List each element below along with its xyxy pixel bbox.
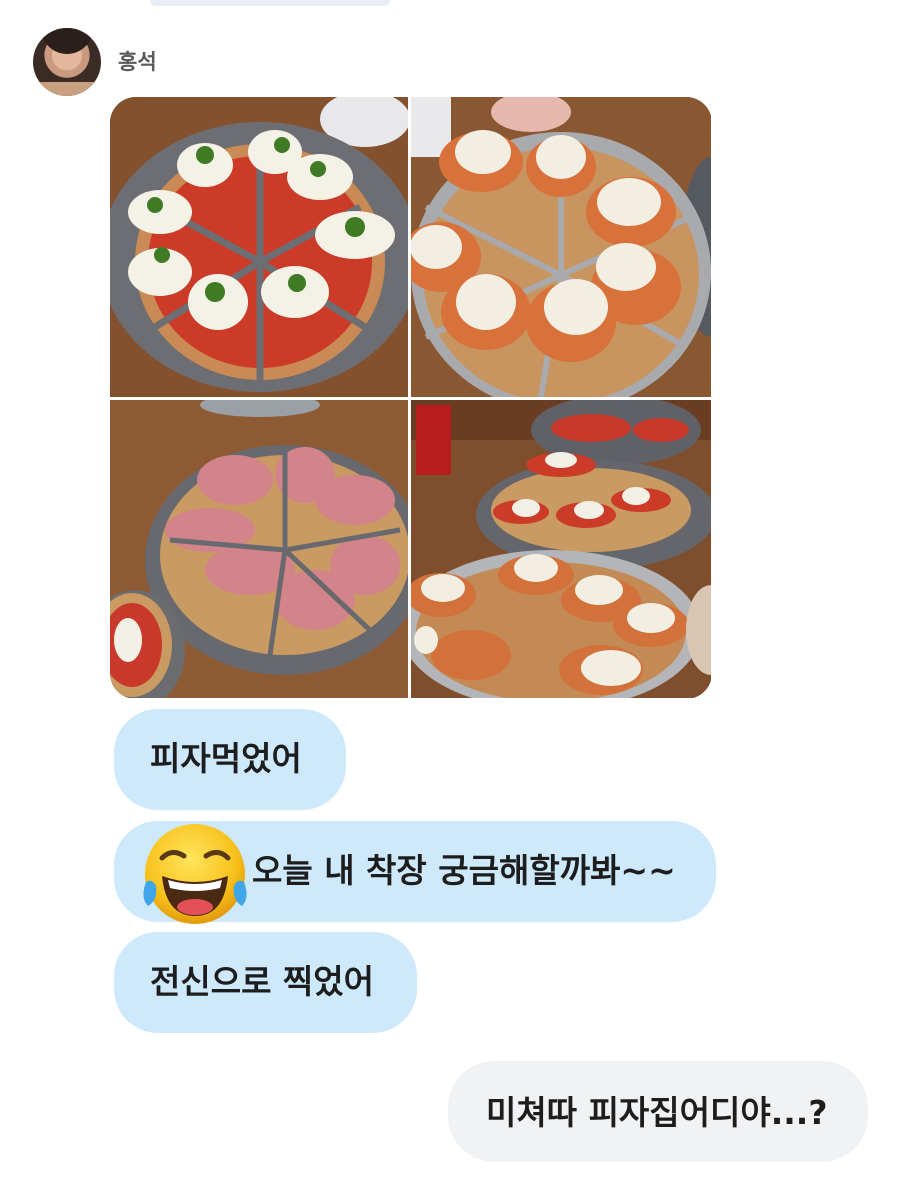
message-text: 피자먹었어 — [150, 739, 302, 778]
photo-pizza-orange-burrata[interactable] — [411, 97, 711, 397]
outgoing-message-bubble[interactable]: 미쳐따 피자집어디야...? — [448, 1061, 868, 1162]
photo-grid[interactable] — [110, 97, 712, 699]
pizza-image — [110, 400, 408, 698]
previous-message-edge — [150, 0, 390, 6]
photo-pizza-prosciutto[interactable] — [110, 400, 408, 698]
message-text: 오늘 내 착장 궁금해할까봐~~ — [252, 851, 676, 890]
avatar-hair — [41, 28, 93, 54]
pizza-image — [411, 400, 711, 698]
face-with-tears-of-joy-icon — [140, 820, 250, 928]
incoming-message-bubble[interactable]: 피자먹었어 — [114, 709, 346, 810]
sender-name: 홍석 — [118, 50, 157, 74]
incoming-message-bubble[interactable]: 전신으로 찍었어 — [114, 932, 417, 1033]
photo-pizza-multiple-plates[interactable] — [411, 400, 711, 698]
sender-avatar[interactable] — [33, 28, 101, 96]
avatar-shirt — [33, 82, 101, 96]
pizza-image — [411, 97, 711, 397]
photo-pizza-tomato-burrata[interactable] — [110, 97, 408, 397]
pizza-image — [110, 97, 408, 397]
message-text: 전신으로 찍었어 — [150, 962, 375, 1001]
message-text: 미쳐따 피자집어디야...? — [486, 1093, 828, 1132]
